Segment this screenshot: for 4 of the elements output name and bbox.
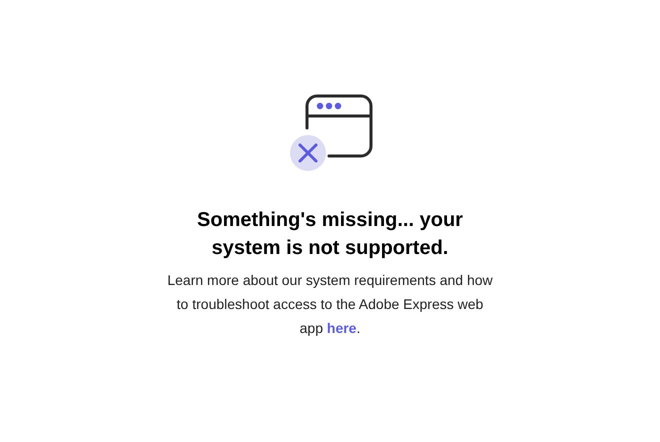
help-message: Learn more about our system requirements and how to troubleshoot access to the Adobe Express web app here. [166,271,494,338]
help-link[interactable]: here [326,320,356,336]
error-title: Something's missing... your system is not supported. [196,208,464,261]
unsupported-browser-icon [289,94,373,172]
